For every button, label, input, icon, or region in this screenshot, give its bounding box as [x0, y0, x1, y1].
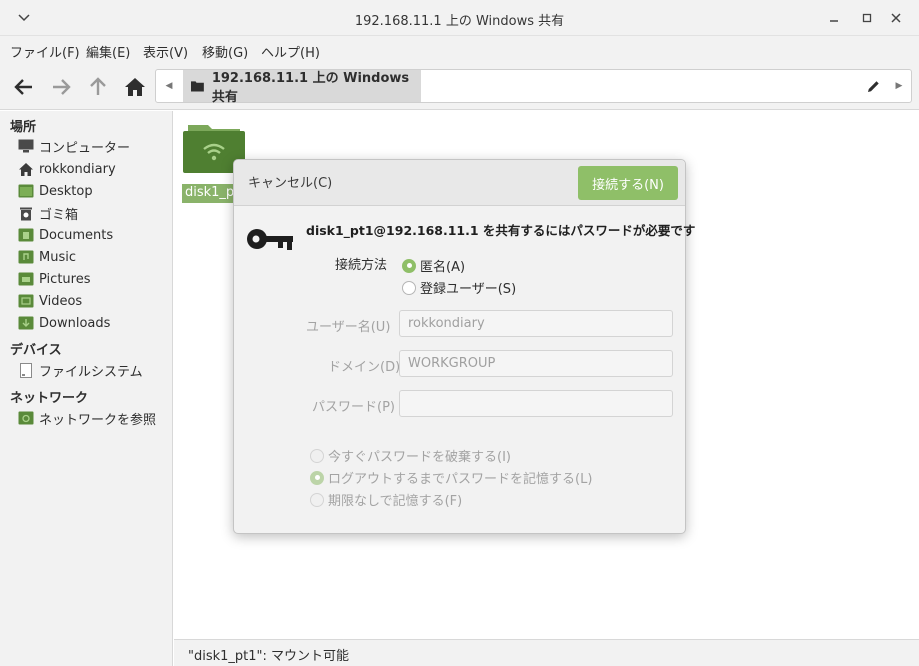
radio-indicator — [310, 448, 324, 463]
sidebar-item-trash[interactable]: ゴミ箱 — [18, 203, 78, 223]
key-icon — [246, 226, 294, 256]
up-arrow-icon[interactable] — [85, 74, 111, 100]
password-field[interactable] — [399, 390, 673, 417]
domain-field[interactable] — [399, 350, 673, 377]
minimize-icon[interactable] — [824, 8, 844, 28]
domain-label: ドメイン(D) — [328, 360, 401, 375]
sidebar-item-browse-network[interactable]: ネットワークを参照 — [18, 408, 156, 428]
radio-indicator — [402, 258, 416, 273]
sidebar-item-label: コンピューター — [39, 140, 131, 156]
radio-registered-user[interactable]: 登録ユーザー(S) — [402, 278, 516, 297]
path-scroll-left-icon[interactable]: ◀ — [156, 70, 182, 102]
path-crumb-label: 192.168.11.1 上の Windows 共有 — [211, 71, 410, 105]
radio-indicator — [402, 280, 416, 295]
sidebar-item-label: Downloads — [39, 315, 111, 331]
radio-label: 期限なしで記憶する(F) — [328, 494, 463, 509]
radio-indicator — [310, 470, 324, 485]
sidebar-item-music[interactable]: Music — [18, 247, 76, 267]
sidebar-item-documents[interactable]: Documents — [18, 225, 113, 245]
radio-label: ログアウトするまでパスワードを記憶する(L) — [328, 472, 593, 487]
radio-remember-forever[interactable]: 期限なしで記憶する(F) — [310, 490, 462, 509]
home-icon — [18, 161, 34, 177]
cancel-button[interactable]: キャンセル(C) — [248, 172, 332, 191]
sidebar-item-label: Desktop — [39, 183, 93, 199]
connection-method-label: 接続方法 — [335, 258, 388, 273]
sidebar-item-computer[interactable]: コンピューター — [18, 136, 130, 156]
radio-label: 匿名(A) — [420, 260, 466, 275]
menu-edit[interactable]: 編集(E) — [86, 42, 130, 61]
network-folder-icon — [18, 410, 34, 426]
edit-location-pencil-icon[interactable] — [860, 70, 886, 102]
menu-go[interactable]: 移動(G) — [202, 42, 248, 61]
menu-file[interactable]: ファイル(F) — [10, 42, 80, 61]
videos-folder-icon — [18, 293, 34, 309]
radio-label: 今すぐパスワードを破棄する(I) — [328, 450, 511, 465]
sidebar-item-label: Videos — [39, 293, 83, 309]
sidebar-item-filesystem[interactable]: ファイルシステム — [18, 360, 143, 380]
radio-forget-password-now[interactable]: 今すぐパスワードを破棄する(I) — [310, 446, 511, 465]
menu-bar: ファイル(F) 編集(E) 表示(V) 移動(G) ヘルプ(H) — [0, 36, 919, 64]
sidebar-item-pictures[interactable]: Pictures — [18, 269, 90, 289]
password-dialog: キャンセル(C) 接続する(N) disk1_pt1@192.168.11.1 … — [233, 159, 695, 534]
sidebar-item-label: Documents — [39, 227, 114, 243]
radio-anonymous[interactable]: 匿名(A) — [402, 256, 465, 275]
home-icon[interactable] — [122, 74, 148, 100]
back-arrow-icon[interactable] — [11, 74, 37, 100]
sidebar-heading-places: 場所 — [10, 120, 37, 135]
sidebar-item-videos[interactable]: Videos — [18, 291, 82, 311]
menu-help[interactable]: ヘルプ(H) — [261, 42, 320, 61]
documents-folder-icon — [18, 227, 34, 243]
radio-label: 登録ユーザー(S) — [420, 282, 517, 297]
sidebar-item-downloads[interactable]: Downloads — [18, 313, 110, 333]
status-bar: "disk1_pt1": マウント可能 — [174, 639, 919, 666]
dialog-header: キャンセル(C) 接続する(N) — [234, 160, 685, 206]
desktop-folder-icon — [18, 183, 34, 199]
sidebar-item-label: rokkondiary — [39, 161, 116, 177]
drive-icon — [18, 362, 34, 378]
connect-button[interactable]: 接続する(N) — [578, 166, 678, 200]
dialog-message: disk1_pt1@192.168.11.1 を共有するにはパスワードが必要です — [306, 223, 696, 238]
sidebar-item-label: ネットワークを参照 — [39, 412, 157, 428]
toolbar: ◀ 192.168.11.1 上の Windows 共有 ▶ — [0, 64, 919, 110]
password-label: パスワード(P) — [312, 400, 395, 415]
menu-view[interactable]: 表示(V) — [143, 42, 188, 61]
sidebar: 場所 コンピューター rokkondiary Desktop ゴミ箱 Docum… — [0, 111, 173, 666]
maximize-icon[interactable] — [857, 8, 877, 28]
sidebar-item-label: Pictures — [39, 271, 91, 287]
sidebar-heading-network: ネットワーク — [10, 391, 89, 406]
path-scroll-right-icon[interactable]: ▶ — [886, 70, 912, 102]
radio-remember-until-logout[interactable]: ログアウトするまでパスワードを記憶する(L) — [310, 468, 592, 487]
pictures-folder-icon — [18, 271, 34, 287]
path-crumb-current[interactable]: 192.168.11.1 上の Windows 共有 — [183, 70, 421, 105]
sidebar-item-label: Music — [39, 249, 76, 265]
sidebar-item-label: ファイルシステム — [39, 364, 143, 380]
music-folder-icon — [18, 249, 34, 265]
computer-icon — [18, 138, 34, 154]
sidebar-item-home[interactable]: rokkondiary — [18, 159, 116, 179]
title-bar: 192.168.11.1 上の Windows 共有 — [0, 0, 919, 36]
username-label: ユーザー名(U) — [306, 320, 391, 335]
sidebar-item-desktop[interactable]: Desktop — [18, 181, 93, 201]
trash-icon — [18, 205, 34, 221]
radio-indicator — [310, 492, 324, 507]
downloads-folder-icon — [18, 315, 34, 331]
status-text: "disk1_pt1": マウント可能 — [188, 649, 350, 664]
sidebar-item-label: ゴミ箱 — [39, 207, 79, 223]
folder-icon — [191, 81, 204, 92]
location-path-bar: ◀ 192.168.11.1 上の Windows 共有 ▶ — [155, 69, 912, 105]
sidebar-heading-devices: デバイス — [10, 343, 62, 358]
username-field[interactable] — [399, 310, 673, 337]
forward-arrow-icon[interactable] — [48, 74, 74, 100]
window-title: 192.168.11.1 上の Windows 共有 — [354, 14, 565, 29]
close-icon[interactable] — [886, 8, 906, 28]
